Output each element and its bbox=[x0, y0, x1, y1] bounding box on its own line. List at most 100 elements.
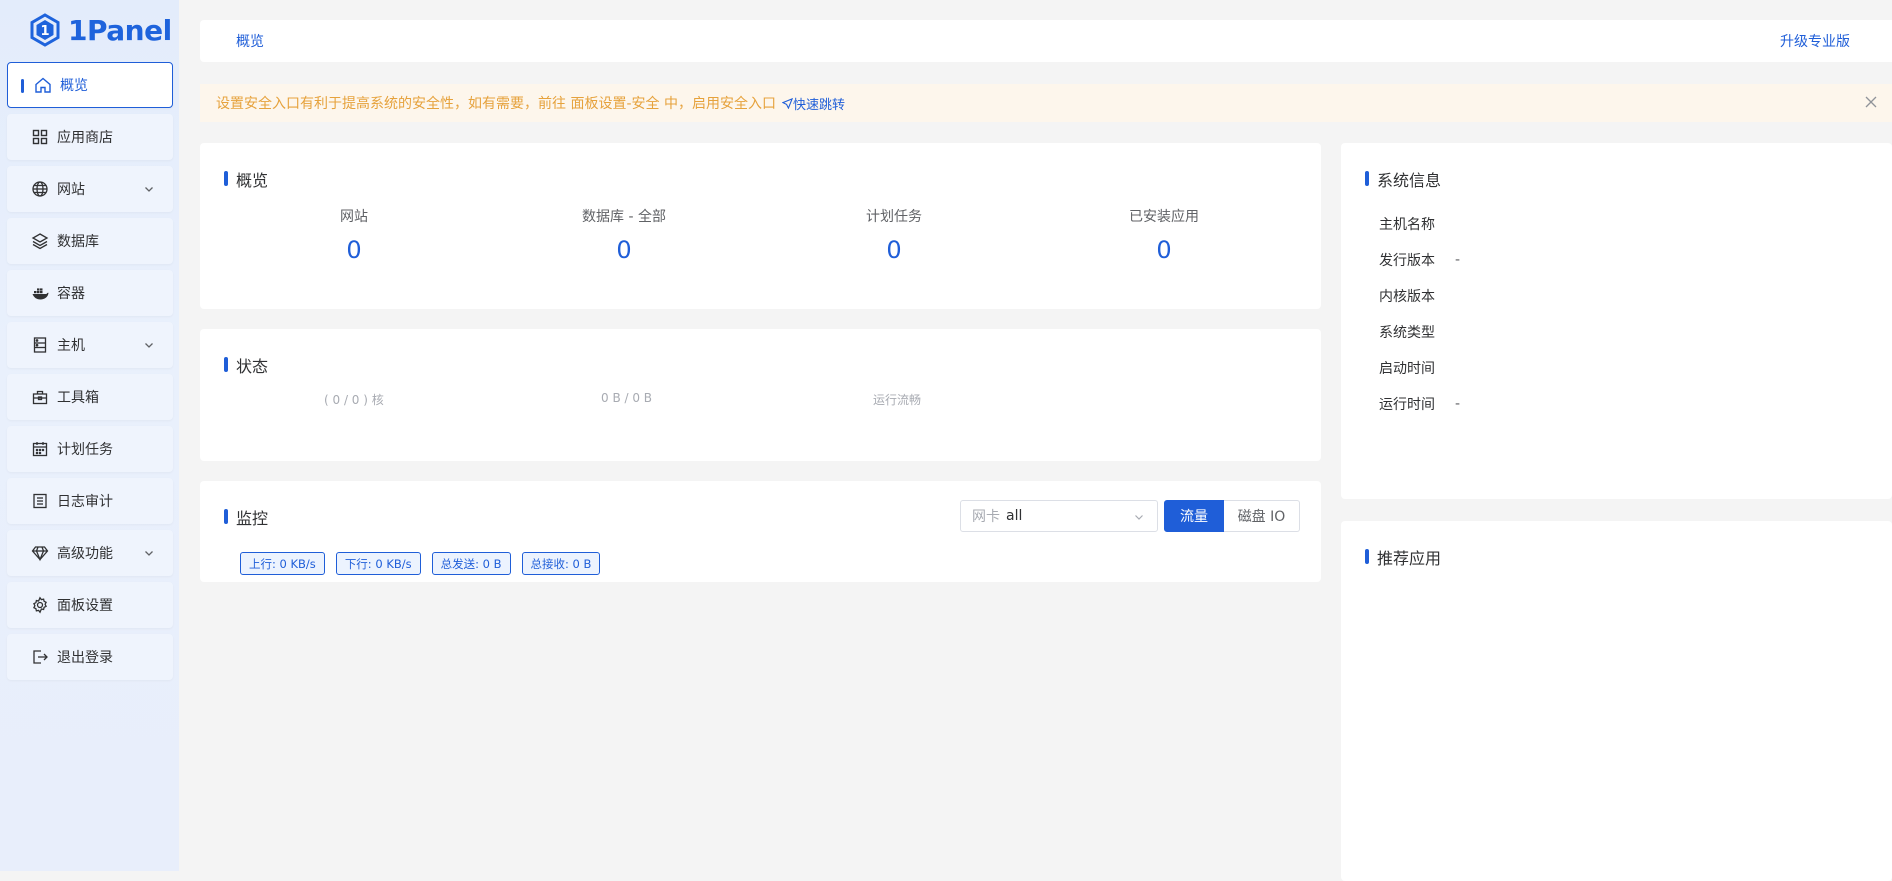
info-key: 启动时间 bbox=[1379, 361, 1435, 377]
system-info-card: 系统信息 主机名称 发行版本 - 内核版本 系统类型 启动时间 运行时间 - bbox=[1341, 143, 1892, 499]
sidebar-item-label: 网站 bbox=[57, 182, 85, 198]
monitor-type-toggle: 流量 磁盘 IO bbox=[1164, 500, 1300, 532]
security-alert: 设置安全入口有利于提高系统的安全性，如有需要，前往 面板设置-安全 中，启用安全… bbox=[200, 84, 1892, 122]
stat-value[interactable]: 0 bbox=[794, 236, 994, 264]
stat-label: 计划任务 bbox=[866, 209, 922, 225]
info-key: 内核版本 bbox=[1379, 289, 1435, 305]
svg-text:1: 1 bbox=[40, 24, 49, 39]
top-bar: 概览 升级专业版 bbox=[200, 20, 1892, 62]
globe-icon bbox=[31, 180, 49, 198]
layers-icon bbox=[31, 232, 49, 250]
logo-hexagon-icon: 1 bbox=[30, 13, 60, 47]
disk-io-button[interactable]: 磁盘 IO bbox=[1224, 500, 1300, 532]
chevron-down-icon bbox=[145, 551, 153, 556]
stat-website[interactable]: 网站 0 bbox=[254, 206, 454, 264]
upgrade-link[interactable]: 升级专业版 bbox=[1780, 31, 1850, 51]
sidebar-item-toolbox[interactable]: 工具箱 bbox=[7, 374, 173, 420]
chevron-down-icon bbox=[145, 187, 153, 192]
system-info-list: 主机名称 发行版本 - 内核版本 系统类型 启动时间 运行时间 - bbox=[1379, 206, 1460, 422]
stat-label: 数据库 - 全部 bbox=[582, 209, 666, 225]
sidebar-item-cron[interactable]: 计划任务 bbox=[7, 426, 173, 472]
docker-icon bbox=[31, 284, 49, 302]
sidebar-item-website[interactable]: 网站 bbox=[7, 166, 173, 212]
stat-value[interactable]: 0 bbox=[524, 236, 724, 264]
info-key: 主机名称 bbox=[1379, 217, 1435, 233]
stat-label: 已安装应用 bbox=[1129, 209, 1199, 225]
info-key: 发行版本 bbox=[1379, 253, 1435, 269]
info-value: - bbox=[1455, 396, 1461, 412]
memory-status: 0 B / 0 B bbox=[601, 391, 653, 405]
download-tag: 下行: 0 KB/s bbox=[335, 552, 421, 575]
info-value: - bbox=[1455, 252, 1461, 268]
status-title: 状态 bbox=[224, 353, 268, 377]
sidebar: 1 1Panel 概览 应用商店 网站 数据库 容器 主机 工具箱 计划任务 日… bbox=[0, 0, 179, 871]
recommended-apps-card: 推荐应用 bbox=[1341, 521, 1892, 881]
sidebar-item-label: 概览 bbox=[60, 78, 88, 94]
sidebar-item-label: 应用商店 bbox=[57, 130, 113, 146]
log-icon bbox=[31, 492, 49, 510]
sidebar-item-label: 数据库 bbox=[57, 234, 99, 250]
stat-installed-apps[interactable]: 已安装应用 0 bbox=[1064, 206, 1264, 264]
quick-jump-link[interactable]: 快速跳转 bbox=[781, 94, 845, 113]
send-icon bbox=[781, 97, 794, 109]
total-sent-tag: 总发送: 0 B bbox=[431, 552, 511, 575]
info-row-hostname: 主机名称 bbox=[1379, 206, 1460, 242]
sidebar-item-label: 工具箱 bbox=[57, 390, 99, 406]
info-row-os-type: 系统类型 bbox=[1379, 314, 1460, 350]
overview-card: 概览 网站 0 数据库 - 全部 0 计划任务 0 已安装应用 0 bbox=[200, 143, 1321, 309]
logo[interactable]: 1 1Panel bbox=[28, 10, 172, 50]
sidebar-item-label: 容器 bbox=[57, 286, 85, 302]
home-icon bbox=[34, 76, 52, 94]
recommended-apps-title: 推荐应用 bbox=[1365, 545, 1441, 569]
upload-tag: 上行: 0 KB/s bbox=[240, 552, 325, 575]
info-row-uptime: 运行时间 - bbox=[1379, 386, 1460, 422]
traffic-button[interactable]: 流量 bbox=[1164, 500, 1224, 532]
stat-value[interactable]: 0 bbox=[1064, 236, 1264, 264]
diamond-icon bbox=[31, 544, 49, 562]
system-info-title: 系统信息 bbox=[1365, 167, 1441, 191]
load-status: 运行流畅 bbox=[873, 393, 922, 407]
grid-icon bbox=[31, 128, 49, 146]
toolbox-icon bbox=[31, 388, 49, 406]
sidebar-item-settings[interactable]: 面板设置 bbox=[7, 582, 173, 628]
status-card: 状态 ( 0 / 0 ) 核 0 B / 0 B 运行流畅 bbox=[200, 329, 1321, 461]
info-row-distro: 发行版本 - bbox=[1379, 242, 1460, 278]
breadcrumb[interactable]: 概览 bbox=[236, 31, 264, 51]
alert-text: 设置安全入口有利于提高系统的安全性，如有需要，前往 面板设置-安全 中，启用安全… bbox=[216, 96, 776, 112]
quick-jump-label: 快速跳转 bbox=[792, 97, 845, 113]
sidebar-item-app-store[interactable]: 应用商店 bbox=[7, 114, 173, 160]
monitor-card: 监控 网卡 all 流量 磁盘 IO 上行: 0 KB/s 下行: 0 KB/s… bbox=[200, 481, 1321, 582]
chevron-down-icon bbox=[1135, 515, 1143, 520]
server-icon bbox=[31, 336, 49, 354]
sidebar-item-advanced[interactable]: 高级功能 bbox=[7, 530, 173, 576]
sidebar-item-host[interactable]: 主机 bbox=[7, 322, 173, 368]
chevron-down-icon bbox=[145, 343, 153, 348]
info-key: 系统类型 bbox=[1379, 325, 1435, 341]
info-key: 运行时间 bbox=[1379, 397, 1435, 413]
sidebar-item-label: 日志审计 bbox=[57, 494, 113, 510]
overview-title: 概览 bbox=[224, 167, 268, 191]
stat-value[interactable]: 0 bbox=[254, 236, 454, 264]
sidebar-item-overview[interactable]: 概览 bbox=[7, 62, 173, 108]
gear-icon bbox=[31, 596, 49, 614]
sidebar-item-logout[interactable]: 退出登录 bbox=[7, 634, 173, 680]
sidebar-item-label: 高级功能 bbox=[57, 546, 113, 562]
sidebar-item-database[interactable]: 数据库 bbox=[7, 218, 173, 264]
cpu-status: ( 0 / 0 ) 核 bbox=[324, 393, 384, 407]
logout-icon bbox=[31, 648, 49, 666]
sidebar-item-log-audit[interactable]: 日志审计 bbox=[7, 478, 173, 524]
info-row-boot-time: 启动时间 bbox=[1379, 350, 1460, 386]
sidebar-menu: 概览 应用商店 网站 数据库 容器 主机 工具箱 计划任务 日志审计 高级功能 … bbox=[7, 62, 173, 686]
close-icon[interactable] bbox=[1864, 95, 1878, 109]
sidebar-item-label: 退出登录 bbox=[57, 650, 113, 666]
info-row-kernel: 内核版本 bbox=[1379, 278, 1460, 314]
calendar-icon bbox=[31, 440, 49, 458]
stat-cron[interactable]: 计划任务 0 bbox=[794, 206, 994, 264]
nic-select[interactable]: 网卡 all bbox=[960, 500, 1158, 532]
sidebar-item-container[interactable]: 容器 bbox=[7, 270, 173, 316]
total-received-tag: 总接收: 0 B bbox=[521, 552, 601, 575]
monitor-title: 监控 bbox=[224, 505, 268, 529]
stat-database[interactable]: 数据库 - 全部 0 bbox=[524, 206, 724, 264]
sidebar-item-label: 面板设置 bbox=[57, 598, 113, 614]
traffic-tags: 上行: 0 KB/s 下行: 0 KB/s 总发送: 0 B 总接收: 0 B bbox=[240, 552, 601, 575]
